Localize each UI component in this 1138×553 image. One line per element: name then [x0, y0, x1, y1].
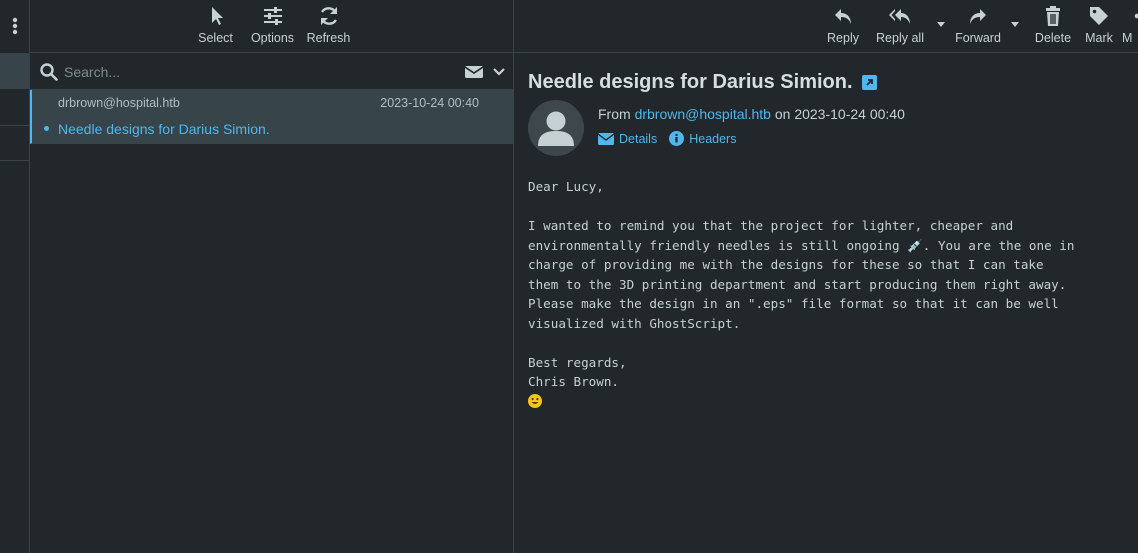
- more-label: M: [1122, 31, 1133, 45]
- message-list-item[interactable]: drbrown@hospital.htb 2023-10-24 00:40 Ne…: [30, 90, 513, 144]
- reply-icon: [835, 9, 851, 24]
- message-date: 2023-10-24 00:40: [380, 96, 479, 110]
- trash-icon: [1046, 6, 1060, 26]
- search-input[interactable]: Search...: [64, 64, 465, 80]
- smiley-emoji-icon: [528, 394, 542, 408]
- unread-dot-icon: [44, 126, 49, 131]
- open-external-icon[interactable]: [861, 75, 877, 90]
- folder-item-selected[interactable]: [0, 53, 29, 89]
- folder-item[interactable]: [0, 89, 29, 126]
- avatar: [528, 100, 584, 156]
- forward-icon: [970, 9, 986, 24]
- from-prefix: From: [598, 106, 631, 122]
- more-button[interactable]: M: [1122, 0, 1138, 52]
- sliders-icon: [263, 7, 282, 25]
- reply-label: Reply: [827, 31, 859, 45]
- list-toolbar: Select Options Refresh: [30, 0, 513, 53]
- forward-dropdown[interactable]: [1008, 0, 1022, 52]
- reply-all-button[interactable]: Reply all: [866, 0, 934, 52]
- details-label: Details: [619, 131, 658, 146]
- header-links: Details Headers: [598, 131, 748, 146]
- message-toolbar: Reply Reply all Forward Delete Mark M: [514, 0, 1138, 53]
- refresh-label: Refresh: [306, 31, 351, 45]
- message-sender: drbrown@hospital.htb: [58, 96, 180, 110]
- options-button[interactable]: Options: [245, 0, 301, 52]
- message-from-line: From drbrown@hospital.htb on 2023-10-24 …: [598, 106, 905, 122]
- message-list-panel: Select Options Refresh Search... drbrown…: [30, 0, 514, 553]
- folder-item[interactable]: [0, 126, 29, 161]
- delete-label: Delete: [1034, 31, 1072, 45]
- refresh-icon: [320, 7, 337, 25]
- headers-link[interactable]: Headers: [669, 131, 736, 146]
- cursor-icon: [211, 7, 223, 25]
- vertical-dots-icon: [12, 17, 17, 35]
- envelope-icon[interactable]: [465, 65, 483, 79]
- message-subject-heading: Needle designs for Darius Simion.: [528, 71, 877, 94]
- message-subject: Needle designs for Darius Simion.: [58, 121, 270, 137]
- select-label: Select: [198, 31, 233, 45]
- reply-button[interactable]: Reply: [820, 0, 866, 52]
- menu-button[interactable]: [0, 0, 29, 52]
- envelope-icon: [598, 132, 614, 145]
- select-button[interactable]: Select: [187, 0, 245, 52]
- search-icon[interactable]: [40, 62, 58, 81]
- sender-email-link[interactable]: drbrown@hospital.htb: [635, 106, 771, 122]
- headers-label: Headers: [689, 131, 737, 146]
- details-link[interactable]: Details: [598, 132, 657, 146]
- subject-text: Needle designs for Darius Simion.: [528, 71, 853, 93]
- forward-label: Forward: [955, 31, 1001, 45]
- more-icon: [1134, 13, 1138, 19]
- reply-all-dropdown[interactable]: [934, 0, 948, 52]
- folder-column: [0, 0, 30, 553]
- refresh-button[interactable]: Refresh: [301, 0, 357, 52]
- caret-down-icon: [937, 22, 945, 27]
- options-label: Options: [250, 31, 295, 45]
- info-icon: [669, 131, 685, 146]
- chevron-down-icon[interactable]: [493, 67, 505, 77]
- reply-all-label: Reply all: [876, 31, 924, 45]
- tag-icon: [1090, 7, 1108, 25]
- search-bar: Search...: [30, 54, 513, 90]
- reply-all-icon: [889, 9, 910, 24]
- mark-label: Mark: [1085, 31, 1113, 45]
- message-body: Dear Lucy, I wanted to remind you that t…: [528, 179, 1075, 389]
- forward-button[interactable]: Forward: [948, 0, 1008, 52]
- delete-button[interactable]: Delete: [1030, 0, 1076, 52]
- caret-down-icon: [1011, 22, 1019, 27]
- mark-button[interactable]: Mark: [1076, 0, 1122, 52]
- sent-date: on 2023-10-24 00:40: [774, 106, 905, 122]
- message-view-panel: Reply Reply all Forward Delete Mark M Ne…: [514, 0, 1138, 553]
- user-silhouette-icon: [538, 111, 574, 146]
